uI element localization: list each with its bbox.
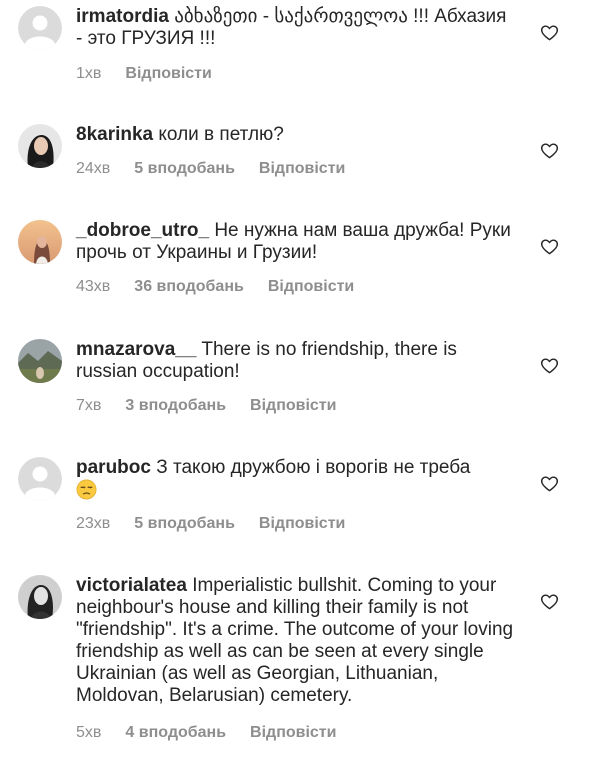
- heart-icon[interactable]: [540, 592, 559, 611]
- likes-count[interactable]: 4 вподобань: [125, 723, 226, 743]
- unamused-face-emoji: [76, 479, 97, 500]
- comment-body: _dobroe_utro_ Не нужна нам ваша дружба! …: [76, 220, 516, 264]
- reply-button[interactable]: Відповісти: [250, 396, 336, 416]
- comment-username[interactable]: victorialatea: [76, 575, 187, 596]
- likes-count[interactable]: 36 вподобань: [134, 277, 244, 297]
- reply-button[interactable]: Відповісти: [125, 64, 211, 84]
- comment-meta: 5хв 4 вподобань Відповісти: [76, 723, 336, 743]
- heart-icon[interactable]: [540, 356, 559, 375]
- comment-meta: 43хв 36 вподобань Відповісти: [76, 277, 354, 297]
- comment-text: З такою дружбою і ворогів не треба: [156, 457, 471, 478]
- heart-icon[interactable]: [540, 141, 559, 160]
- comment-time: 5хв: [76, 724, 102, 741]
- reply-button[interactable]: Відповісти: [250, 723, 336, 743]
- default-avatar-icon[interactable]: [18, 6, 62, 50]
- default-avatar-icon[interactable]: [18, 457, 62, 501]
- sunset-portrait-avatar[interactable]: [18, 220, 62, 264]
- likes-count[interactable]: 5 вподобань: [134, 159, 235, 179]
- comment-text: коли в петлю?: [158, 124, 284, 145]
- comment-body: paruboc З такою дружбою і ворогів не тре…: [76, 457, 516, 502]
- reply-button[interactable]: Відповісти: [259, 159, 345, 179]
- likes-count[interactable]: 3 вподобань: [125, 396, 226, 416]
- comment-time: 23хв: [76, 515, 111, 532]
- likes-count[interactable]: 5 вподобань: [134, 514, 235, 534]
- comment-username[interactable]: mnazarova__: [76, 339, 196, 360]
- comment-username[interactable]: _dobroe_utro_: [76, 220, 209, 241]
- comment-time: 1хв: [76, 65, 102, 82]
- comment-body: 8karinka коли в петлю?: [76, 124, 516, 146]
- comment-username[interactable]: irmatordia: [76, 6, 169, 27]
- comment-username[interactable]: paruboc: [76, 457, 151, 478]
- comment-body: mnazarova__ There is no friendship, ther…: [76, 339, 516, 383]
- comment-time: 24хв: [76, 160, 111, 177]
- comment-meta: 1хв Відповісти: [76, 64, 212, 84]
- comment-meta: 24хв 5 вподобань Відповісти: [76, 159, 345, 179]
- heart-icon[interactable]: [540, 23, 559, 42]
- comment-username[interactable]: 8karinka: [76, 124, 153, 145]
- landscape-person-avatar[interactable]: [18, 339, 62, 383]
- comment-time: 7хв: [76, 397, 102, 414]
- dark-haired-woman-avatar[interactable]: [18, 124, 62, 168]
- comment-body: victorialatea Imperialistic bullshit. Co…: [76, 575, 516, 707]
- reply-button[interactable]: Відповісти: [268, 277, 354, 297]
- comment-body: irmatordia აბხაზეთი - საქართველოა !!! Аб…: [76, 6, 516, 50]
- comment-time: 43хв: [76, 278, 111, 295]
- comment-meta: 7хв 3 вподобань Відповісти: [76, 396, 336, 416]
- black-white-portrait-avatar[interactable]: [18, 575, 62, 619]
- comment-meta: 23хв 5 вподобань Відповісти: [76, 514, 345, 534]
- reply-button[interactable]: Відповісти: [259, 514, 345, 534]
- heart-icon[interactable]: [540, 474, 559, 493]
- heart-icon[interactable]: [540, 237, 559, 256]
